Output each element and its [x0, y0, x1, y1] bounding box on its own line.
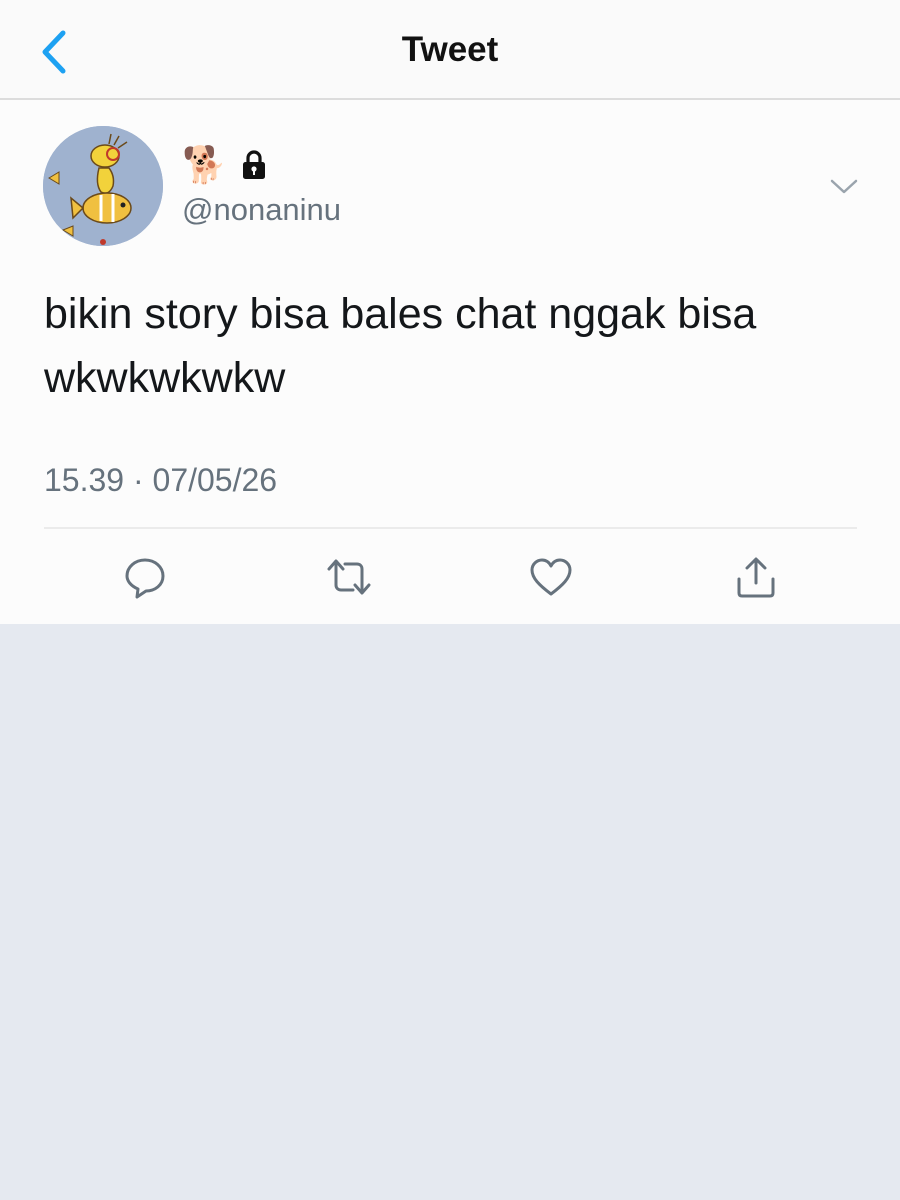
page-title: Tweet: [401, 30, 499, 69]
tweet-card: 🐕 @nonaninu bikin story bisa bales chat …: [0, 100, 900, 624]
reply-icon: [125, 558, 165, 599]
tweet-action-bar: [0, 548, 900, 608]
reply-button[interactable]: [120, 552, 170, 602]
avatar[interactable]: [43, 126, 163, 246]
tweet-timestamp: 15.39 · 07/05/26: [44, 462, 278, 498]
share-icon: [737, 557, 775, 598]
lock-icon: [242, 150, 265, 179]
top-navigation-bar: Tweet: [0, 0, 900, 100]
tweet-body-text: bikin story bisa bales chat nggak bisa w…: [44, 290, 757, 402]
divider: [44, 527, 857, 529]
empty-replies-area: [0, 624, 900, 1200]
display-name: 🐕: [182, 144, 227, 185]
like-button[interactable]: [526, 552, 576, 602]
retweet-icon: [327, 559, 371, 595]
share-button[interactable]: [731, 552, 781, 602]
user-handle[interactable]: @nonaninu: [182, 192, 341, 228]
retweet-button[interactable]: [324, 552, 374, 602]
display-name-row: 🐕: [182, 144, 267, 186]
tweet-detail-screen: Tweet 🐕 @nonaninu bikin story bisa bales…: [0, 0, 900, 1200]
more-options-button[interactable]: [824, 172, 864, 202]
avatar-image: [43, 126, 163, 246]
chevron-down-icon: [830, 179, 858, 194]
heart-icon: [530, 558, 572, 596]
